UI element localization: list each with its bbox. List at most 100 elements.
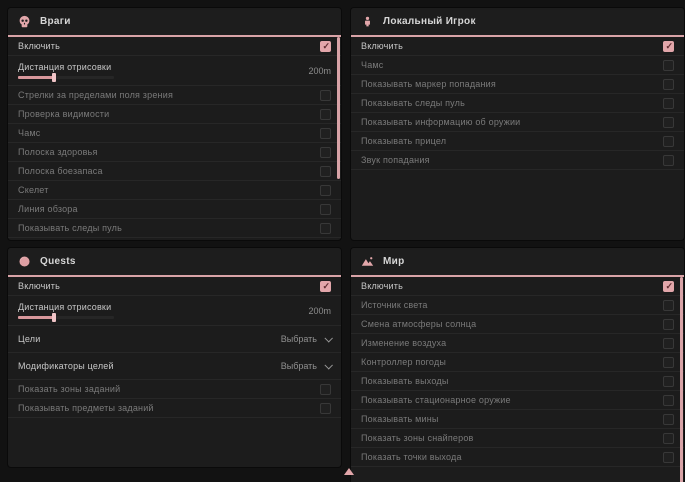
setting-label: Чамс	[18, 128, 41, 138]
setting-label: Изменение воздуха	[361, 338, 446, 348]
slider-handle[interactable]	[52, 313, 56, 322]
checkbox[interactable]	[663, 117, 674, 128]
quest-icon	[18, 255, 31, 268]
checkbox[interactable]	[320, 41, 331, 52]
scroll-indicator-triangle	[344, 468, 354, 475]
settings-grid: ВрагиВключитьДистанция отрисовки200mСтре…	[8, 8, 684, 482]
setting-label: Показывать прицел	[361, 136, 446, 146]
chevron-down-icon	[324, 334, 332, 342]
panel-header[interactable]: Враги	[8, 8, 341, 37]
checkbox[interactable]	[663, 300, 674, 311]
setting-label: Модификаторы целей	[18, 361, 114, 371]
scrollbar-thumb[interactable]	[680, 277, 683, 482]
slider-fill	[18, 316, 54, 319]
setting-label: Дистанция отрисовки	[18, 302, 114, 312]
checkbox[interactable]	[663, 433, 674, 444]
checkbox[interactable]	[663, 60, 674, 71]
setting-row: Полоска здоровья	[8, 143, 341, 162]
setting-label: Скелет	[18, 185, 49, 195]
dropdown-value: Выбрать	[281, 361, 317, 371]
setting-row: Показывать предметы заданий	[8, 399, 341, 418]
setting-label: Проверка видимости	[18, 109, 109, 119]
panel-title: Quests	[40, 256, 76, 267]
setting-label: Полоска здоровья	[18, 147, 98, 157]
checkbox[interactable]	[663, 136, 674, 147]
checkbox[interactable]	[663, 395, 674, 406]
setting-label: Показывать предметы заданий	[18, 403, 154, 413]
slider-value: 200m	[308, 66, 331, 76]
scrollbar[interactable]	[337, 37, 340, 240]
setting-row: Источник света	[351, 296, 684, 315]
setting-label: Показать зоны заданий	[18, 384, 120, 394]
checkbox[interactable]	[320, 204, 331, 215]
scrollbar[interactable]	[680, 277, 683, 482]
setting-row: Включить	[8, 277, 341, 296]
setting-label: Звук попадания	[361, 155, 430, 165]
checkbox[interactable]	[320, 90, 331, 101]
player-icon	[361, 15, 374, 28]
panel-header[interactable]: Quests	[8, 248, 341, 277]
setting-label: Показать точки выхода	[361, 452, 462, 462]
dropdown[interactable]: Выбрать	[281, 361, 331, 371]
checkbox[interactable]	[663, 281, 674, 292]
panel-body: ВключитьЧамсПоказывать маркер попаданияП…	[351, 37, 684, 170]
checkbox[interactable]	[663, 376, 674, 387]
checkbox[interactable]	[320, 281, 331, 292]
panel-header[interactable]: Мир	[351, 248, 684, 277]
setting-row: Проверка видимости	[8, 105, 341, 124]
slider-handle[interactable]	[52, 73, 56, 82]
checkbox[interactable]	[320, 403, 331, 414]
checkbox[interactable]	[320, 128, 331, 139]
setting-row: Дистанция отрисовки200m	[8, 296, 341, 326]
setting-label: Стрелки за пределами поля зрения	[18, 90, 173, 100]
checkbox[interactable]	[663, 41, 674, 52]
scrollbar-thumb[interactable]	[337, 37, 340, 179]
setting-row: Показывать маркер попадания	[351, 75, 684, 94]
setting-row: Изменение воздуха	[351, 334, 684, 353]
setting-row: Скелет	[8, 181, 341, 200]
slider-group: Дистанция отрисовки	[18, 302, 114, 319]
setting-label: Полоска боезапаса	[18, 166, 103, 176]
setting-label: Включить	[18, 281, 60, 291]
setting-label: Включить	[18, 41, 60, 51]
setting-row: Показать зоны заданий	[8, 380, 341, 399]
setting-row: Полоска боезапаса	[8, 162, 341, 181]
slider[interactable]	[18, 76, 114, 79]
panel-world: МирВключить Источник света Смена атмосферы…	[351, 248, 684, 482]
checkbox[interactable]	[320, 223, 331, 234]
checkbox[interactable]	[663, 357, 674, 368]
dropdown[interactable]: Выбрать	[281, 334, 331, 344]
setting-row: Модификаторы целей Выбрать	[8, 353, 341, 380]
checkbox[interactable]	[663, 98, 674, 109]
setting-label: Источник света	[361, 300, 428, 310]
setting-row: Показывать мины	[351, 410, 684, 429]
checkbox[interactable]	[663, 414, 674, 425]
skull-icon	[18, 15, 31, 28]
setting-label: Показывать выходы	[361, 376, 449, 386]
checkbox[interactable]	[320, 185, 331, 196]
setting-label: Показывать стационарное оружие	[361, 395, 511, 405]
setting-row: Включить	[351, 277, 684, 296]
checkbox[interactable]	[663, 155, 674, 166]
checkbox[interactable]	[320, 147, 331, 158]
setting-label: Чамс	[361, 60, 384, 70]
setting-row: Показывать следы пуль	[8, 219, 341, 238]
checkbox[interactable]	[663, 319, 674, 330]
dropdown-value: Выбрать	[281, 334, 317, 344]
checkbox[interactable]	[663, 338, 674, 349]
setting-label: Смена атмосферы солнца	[361, 319, 476, 329]
checkbox[interactable]	[663, 79, 674, 90]
checkbox[interactable]	[320, 109, 331, 120]
setting-row: Стрелки за пределами поля зрения	[8, 86, 341, 105]
slider-group: Дистанция отрисовки	[18, 62, 114, 79]
checkbox[interactable]	[320, 166, 331, 177]
chevron-down-icon	[324, 361, 332, 369]
panel-header[interactable]: Локальный Игрок	[351, 8, 684, 37]
setting-row: Смена атмосферы солнца	[351, 315, 684, 334]
checkbox[interactable]	[320, 384, 331, 395]
setting-row: ЦелиВыбрать	[8, 326, 341, 353]
slider[interactable]	[18, 316, 114, 319]
setting-row: Показывать следы пуль	[351, 94, 684, 113]
setting-row: Линия обзора	[8, 200, 341, 219]
checkbox[interactable]	[663, 452, 674, 463]
